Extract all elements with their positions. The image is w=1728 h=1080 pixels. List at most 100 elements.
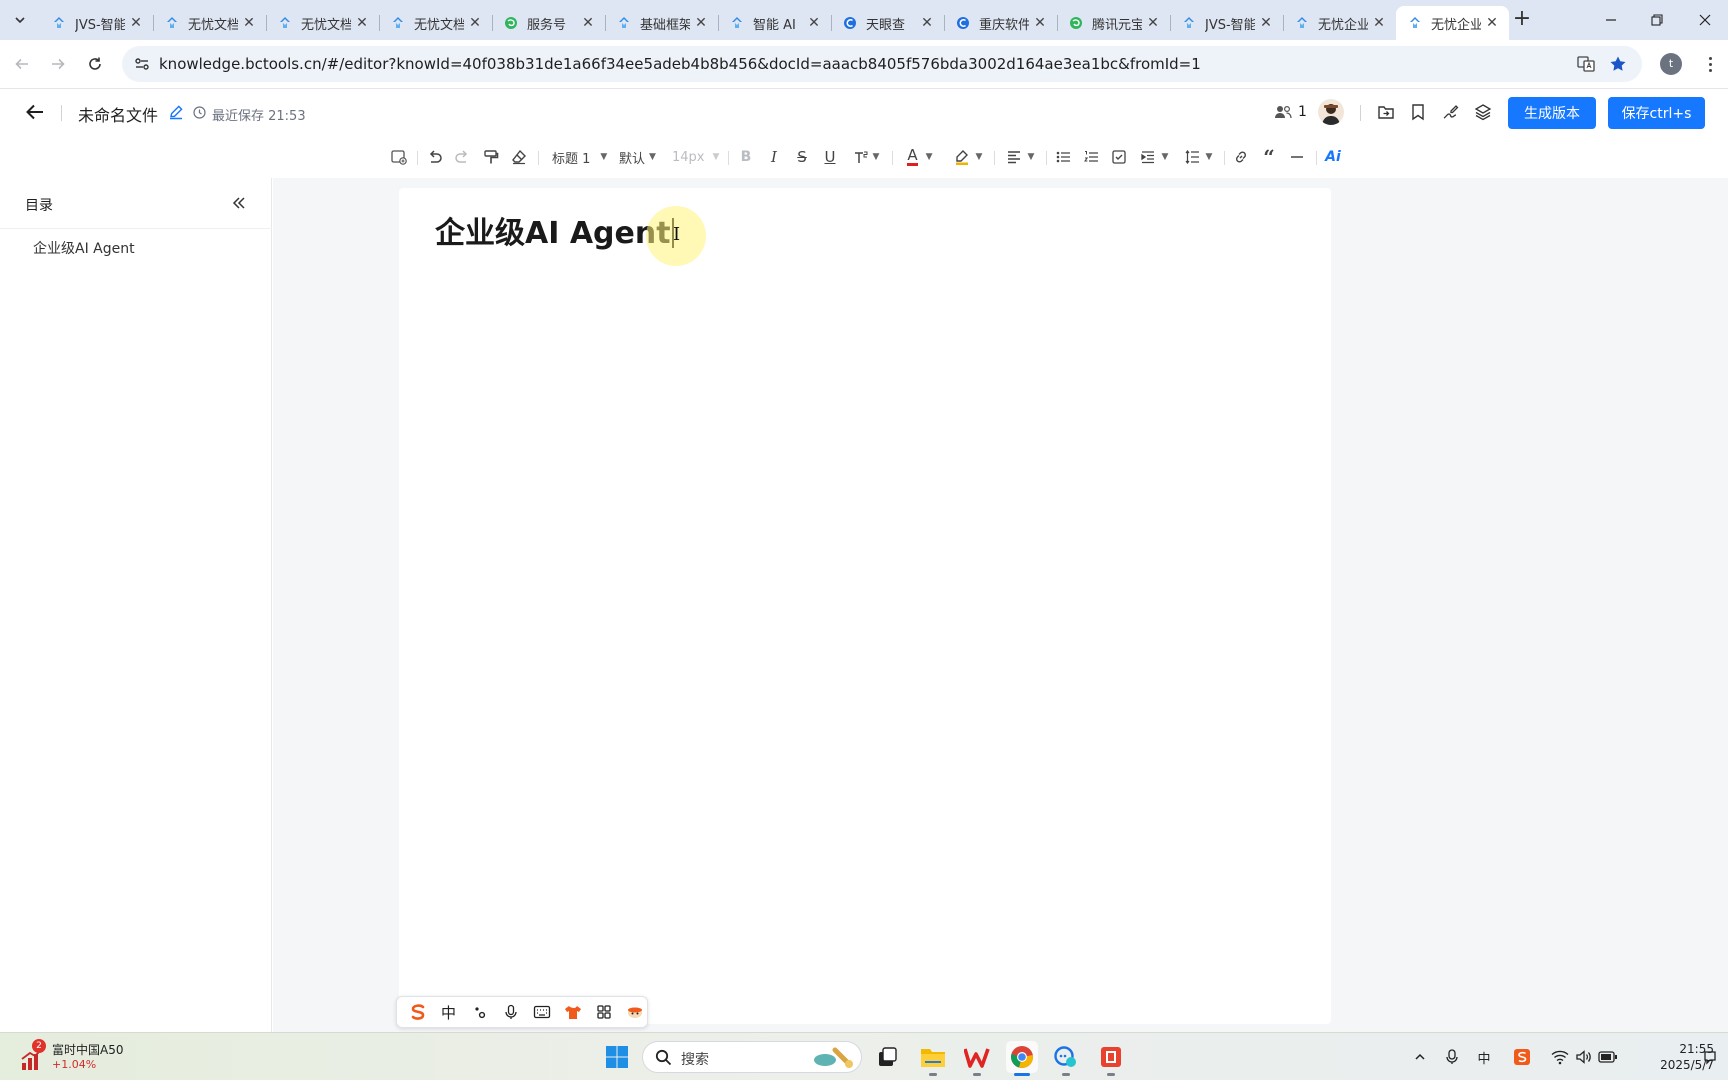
sogou-tray-icon[interactable] (1512, 1047, 1532, 1067)
file-explorer-app[interactable] (917, 1041, 949, 1076)
notification-icon[interactable] (1700, 1047, 1720, 1067)
edit-pencil-icon[interactable] (168, 104, 184, 120)
save-button[interactable]: 保存ctrl+s (1608, 97, 1705, 129)
browser-tab[interactable]: JVS-智能 ✕ (1170, 6, 1283, 40)
close-icon[interactable]: ✕ (694, 15, 708, 31)
show-hidden-icons[interactable] (1410, 1047, 1430, 1067)
redo-icon[interactable] (451, 146, 473, 168)
volume-icon[interactable] (1574, 1047, 1594, 1067)
align-button[interactable]: ▼ (1002, 146, 1038, 168)
layers-icon[interactable] (1473, 102, 1493, 122)
browser-tab[interactable]: 腾讯元宝 ✕ (1057, 6, 1170, 40)
quote-icon[interactable]: “ (1258, 145, 1280, 169)
ordered-list-icon[interactable] (1080, 146, 1102, 168)
browser-tab[interactable]: 无忧文档 ✕ (266, 6, 379, 40)
strikethrough-button[interactable]: S (792, 146, 812, 168)
taskview-app[interactable] (871, 1041, 903, 1073)
taskbar-search[interactable]: 搜索 (642, 1041, 862, 1073)
profile-avatar[interactable]: t (1660, 53, 1682, 75)
insert-block-icon[interactable] (388, 146, 410, 168)
italic-button[interactable]: I (764, 146, 784, 168)
wps-app[interactable] (961, 1041, 993, 1076)
text-color-button[interactable]: A ▼ (902, 146, 938, 168)
horizontal-rule-icon[interactable] (1286, 146, 1308, 168)
user-avatar[interactable] (1318, 99, 1344, 125)
browser-tab[interactable]: 重庆软件 ✕ (944, 6, 1057, 40)
indent-button[interactable]: ▼ (1136, 146, 1172, 168)
bookmark-icon[interactable] (1408, 102, 1428, 122)
ai-assistant-button[interactable]: Ai (1322, 146, 1344, 168)
restore-button[interactable] (1634, 0, 1680, 40)
new-tab-button[interactable]: + (1510, 8, 1534, 32)
start-button[interactable] (601, 1041, 633, 1073)
close-icon[interactable]: ✕ (468, 15, 482, 31)
punctuation-icon[interactable] (467, 1000, 492, 1024)
toc-item[interactable]: 企业级AI Agent (33, 238, 135, 258)
wifi-icon[interactable] (1550, 1047, 1570, 1067)
close-icon[interactable]: ✕ (920, 15, 934, 31)
microphone-tray-icon[interactable] (1442, 1047, 1462, 1067)
underline-button[interactable]: U (820, 146, 840, 168)
close-icon[interactable]: ✕ (355, 15, 369, 31)
forward-button[interactable] (46, 52, 70, 76)
line-height-button[interactable]: ▼ (1180, 146, 1216, 168)
site-info-icon[interactable] (132, 54, 152, 74)
close-window-button[interactable] (1682, 0, 1728, 40)
font-family-select[interactable]: 默认 ▼ (619, 146, 661, 168)
bookmark-star-icon[interactable] (1608, 54, 1628, 74)
close-icon[interactable]: ✕ (581, 15, 595, 31)
clear-format-icon[interactable] (508, 146, 530, 168)
close-icon[interactable]: ✕ (807, 15, 821, 31)
collaborators-indicator[interactable]: 1 (1274, 104, 1307, 120)
browser-tab[interactable]: 无忧文档 ✕ (153, 6, 266, 40)
close-icon[interactable]: ✕ (129, 15, 143, 31)
browser-tab[interactable]: 智能 AI ✕ (718, 6, 831, 40)
bullet-list-icon[interactable] (1052, 146, 1074, 168)
close-icon[interactable]: ✕ (1485, 15, 1499, 31)
task-list-icon[interactable] (1108, 146, 1130, 168)
address-bar[interactable]: knowledge.bctools.cn/#/editor?knowId=40f… (122, 46, 1642, 82)
browser-tab[interactable]: 服务号 ✕ (492, 6, 605, 40)
keyboard-icon[interactable] (529, 1000, 554, 1024)
close-icon[interactable]: ✕ (1259, 15, 1273, 31)
chat-app[interactable] (1050, 1041, 1082, 1076)
close-icon[interactable]: ✕ (1146, 15, 1160, 31)
mascot-icon[interactable] (622, 1000, 647, 1024)
reload-button[interactable] (83, 52, 107, 76)
back-arrow-icon[interactable] (24, 101, 46, 123)
link-icon[interactable] (1230, 146, 1252, 168)
minimize-button[interactable] (1588, 0, 1634, 40)
document-app[interactable] (1095, 1041, 1127, 1076)
generate-version-button[interactable]: 生成版本 (1508, 97, 1596, 129)
browser-menu-icon[interactable] (1700, 52, 1720, 76)
browser-tab[interactable]: 天眼查 ✕ (831, 6, 944, 40)
close-icon[interactable]: ✕ (242, 15, 256, 31)
browser-tab[interactable]: 无忧企业 ✕ (1283, 6, 1396, 40)
battery-icon[interactable] (1598, 1047, 1618, 1067)
highlight-color-button[interactable]: ▼ (950, 146, 986, 168)
close-icon[interactable]: ✕ (1372, 15, 1386, 31)
move-to-folder-icon[interactable] (1376, 102, 1396, 122)
browser-tab[interactable]: JVS-智能 ✕ (40, 6, 153, 40)
ime-mode-toggle[interactable]: 中 (436, 1000, 461, 1024)
document-title[interactable]: 未命名文件 (78, 102, 158, 126)
document-page[interactable]: 企业级AI Agent I (399, 188, 1331, 1024)
document-heading[interactable]: 企业级AI Agent (435, 208, 674, 252)
sogou-logo-icon[interactable] (405, 1000, 430, 1024)
font-size-select[interactable]: 14px ▼ (672, 146, 720, 168)
toolbox-grid-icon[interactable] (591, 1000, 616, 1024)
skin-shirt-icon[interactable] (560, 1000, 585, 1024)
signature-icon[interactable] (1440, 102, 1460, 122)
browser-tab[interactable]: 无忧文档 ✕ (379, 6, 492, 40)
close-icon[interactable]: ✕ (1033, 15, 1047, 31)
undo-icon[interactable] (424, 146, 446, 168)
bold-button[interactable]: B (736, 146, 756, 168)
browser-tab[interactable]: 无忧企业 ✕ (1396, 6, 1509, 40)
stock-widget[interactable]: 2 富时中国A50 +1.04% (16, 1039, 156, 1075)
browser-tab[interactable]: 基础框架 ✕ (605, 6, 718, 40)
tab-search-button[interactable] (8, 8, 32, 32)
heading-select[interactable]: 标题 1 ▼ (552, 146, 610, 168)
back-button[interactable] (10, 52, 34, 76)
translate-icon[interactable] (1576, 54, 1596, 74)
format-painter-icon[interactable] (480, 146, 502, 168)
